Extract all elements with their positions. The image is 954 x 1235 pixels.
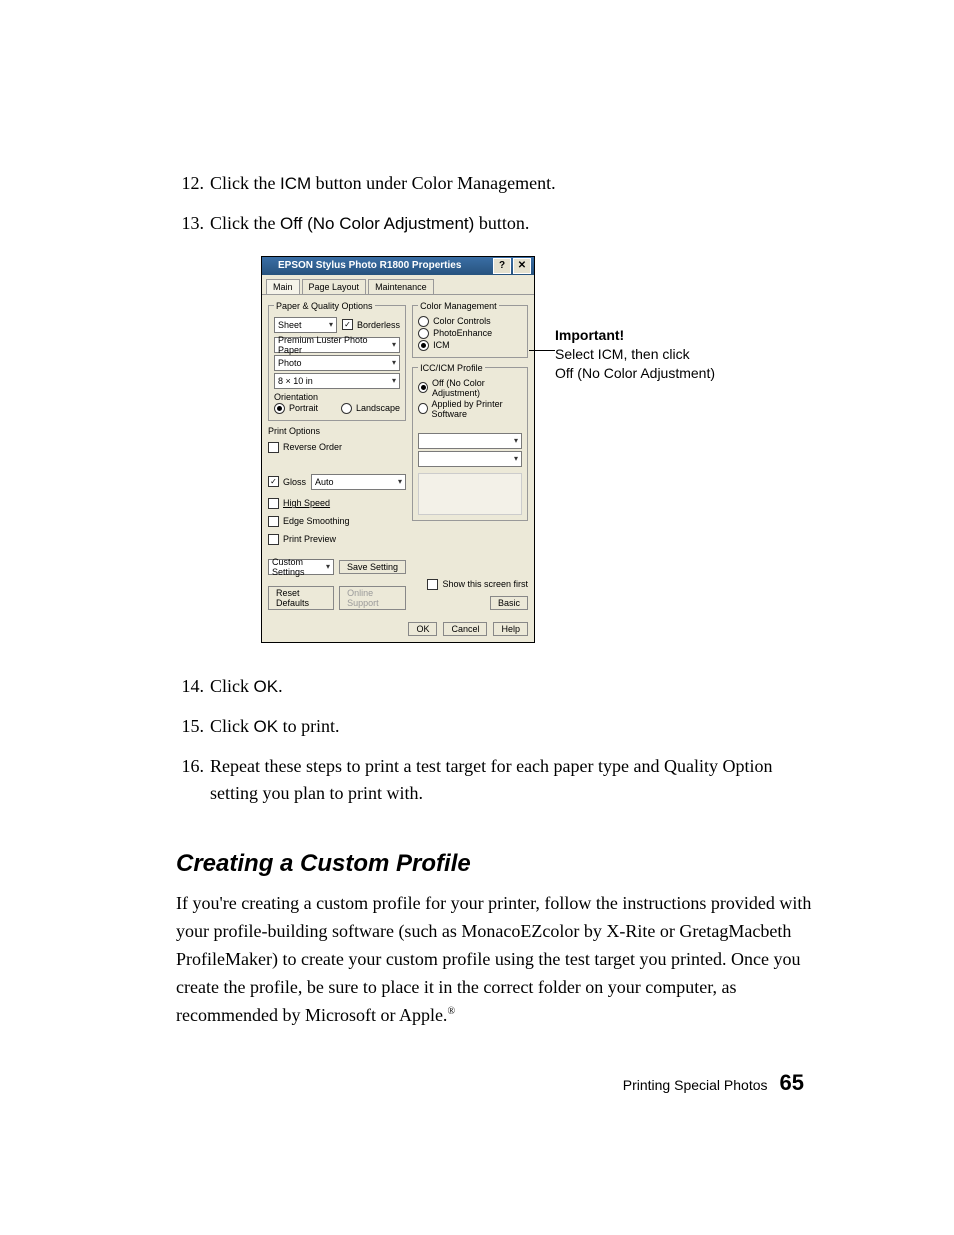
group-legend: ICC/ICM Profile (418, 363, 485, 373)
callout-line: Off (No Color Adjustment) (555, 364, 735, 383)
profile-select (418, 433, 522, 449)
step-text: Click OK. (210, 673, 816, 701)
save-setting-button[interactable]: Save Setting (339, 560, 406, 574)
paper-quality-group: Paper & Quality Options Sheet ✓Borderles… (268, 301, 406, 421)
portrait-radio[interactable]: Portrait (274, 403, 318, 414)
landscape-radio[interactable]: Landscape (341, 403, 400, 414)
gloss-mode-select[interactable]: Auto (311, 474, 406, 490)
step-number: 15. (176, 713, 210, 741)
app-icon (265, 261, 274, 270)
step-14: 14. Click OK. (176, 673, 816, 701)
dialog-body: Paper & Quality Options Sheet ✓Borderles… (262, 295, 534, 616)
step-text: Click the Off (No Color Adjustment) butt… (210, 210, 816, 238)
step-number: 13. (176, 210, 210, 238)
off-no-adjust-radio[interactable]: Off (No Color Adjustment) (418, 378, 522, 398)
color-management-group: Color Management Color Controls PhotoEnh… (412, 301, 528, 358)
cancel-button[interactable]: Cancel (443, 622, 487, 636)
print-options-label: Print Options (268, 426, 406, 436)
print-preview-checkbox[interactable]: Print Preview (268, 534, 406, 545)
step-number: 12. (176, 170, 210, 198)
page-number: 65 (780, 1070, 804, 1096)
step-number: 16. (176, 753, 210, 809)
tab-page-layout[interactable]: Page Layout (302, 279, 367, 294)
preview-box (418, 473, 522, 515)
step-text: Click the ICM button under Color Managem… (210, 170, 816, 198)
step-12: 12. Click the ICM button under Color Man… (176, 170, 816, 198)
step-text: Repeat these steps to print a test targe… (210, 753, 816, 809)
online-support-button[interactable]: Online Support (339, 586, 406, 610)
dialog-titlebar: EPSON Stylus Photo R1800 Properties ? ✕ (262, 257, 534, 275)
orientation-label: Orientation (274, 392, 400, 402)
section-heading: Creating a Custom Profile (176, 850, 816, 878)
registered-mark: ® (447, 1006, 455, 1017)
step-13: 13. Click the Off (No Color Adjustment) … (176, 210, 816, 238)
ok-button[interactable]: OK (408, 622, 437, 636)
show-first-checkbox[interactable]: Show this screen first (412, 579, 528, 590)
tab-maintenance[interactable]: Maintenance (368, 279, 434, 294)
help-icon[interactable]: ? (493, 258, 511, 274)
left-column: Paper & Quality Options Sheet ✓Borderles… (268, 301, 406, 610)
figure-with-callout: EPSON Stylus Photo R1800 Properties ? ✕ … (261, 256, 816, 643)
borderless-checkbox[interactable]: ✓Borderless (342, 319, 400, 330)
step-list-continued: 14. Click OK. 15. Click OK to print. 16.… (176, 673, 816, 809)
page-content: 12. Click the ICM button under Color Man… (176, 170, 816, 1030)
photoenhance-radio[interactable]: PhotoEnhance (418, 328, 522, 339)
quality-select[interactable]: Photo (274, 355, 400, 371)
tab-strip: Main Page Layout Maintenance (262, 275, 534, 295)
reverse-order-checkbox[interactable]: Reverse Order (268, 442, 406, 453)
intent-select (418, 451, 522, 467)
printer-properties-dialog: EPSON Stylus Photo R1800 Properties ? ✕ … (261, 256, 535, 643)
section-paragraph: If you're creating a custom profile for … (176, 890, 816, 1029)
right-column: Color Management Color Controls PhotoEnh… (412, 301, 528, 610)
step-list: 12. Click the ICM button under Color Man… (176, 170, 816, 238)
edge-smoothing-checkbox[interactable]: Edge Smoothing (268, 516, 406, 527)
callout-line: Select ICM, then click (555, 345, 735, 364)
applied-by-software-radio[interactable]: Applied by Printer Software (418, 399, 522, 419)
step-16: 16. Repeat these steps to print a test t… (176, 753, 816, 809)
paper-type-select[interactable]: Premium Luster Photo Paper (274, 337, 400, 353)
source-select[interactable]: Sheet (274, 317, 337, 333)
icm-radio[interactable]: ICM (418, 340, 522, 351)
close-icon[interactable]: ✕ (513, 258, 531, 274)
step-15: 15. Click OK to print. (176, 713, 816, 741)
basic-button[interactable]: Basic (490, 596, 528, 610)
group-legend: Paper & Quality Options (274, 301, 375, 311)
important-callout: Important! Select ICM, then click Off (N… (555, 326, 735, 383)
custom-settings-select[interactable]: Custom Settings (268, 559, 334, 575)
step-number: 14. (176, 673, 210, 701)
size-select[interactable]: 8 × 10 in (274, 373, 400, 389)
dialog-button-row: OK Cancel Help (262, 616, 534, 642)
tab-main[interactable]: Main (266, 279, 300, 294)
dialog-title: EPSON Stylus Photo R1800 Properties (278, 260, 461, 271)
page-footer: Printing Special Photos 65 (623, 1070, 804, 1096)
footer-section: Printing Special Photos (623, 1077, 768, 1093)
color-controls-radio[interactable]: Color Controls (418, 316, 522, 327)
reset-defaults-button[interactable]: Reset Defaults (268, 586, 334, 610)
help-button[interactable]: Help (493, 622, 528, 636)
gloss-checkbox[interactable]: ✓Gloss (268, 476, 306, 487)
icc-profile-group: ICC/ICM Profile Off (No Color Adjustment… (412, 363, 528, 521)
group-legend: Color Management (418, 301, 499, 311)
step-text: Click OK to print. (210, 713, 816, 741)
high-speed-checkbox[interactable]: High Speed (268, 498, 406, 509)
callout-heading: Important! (555, 326, 735, 345)
